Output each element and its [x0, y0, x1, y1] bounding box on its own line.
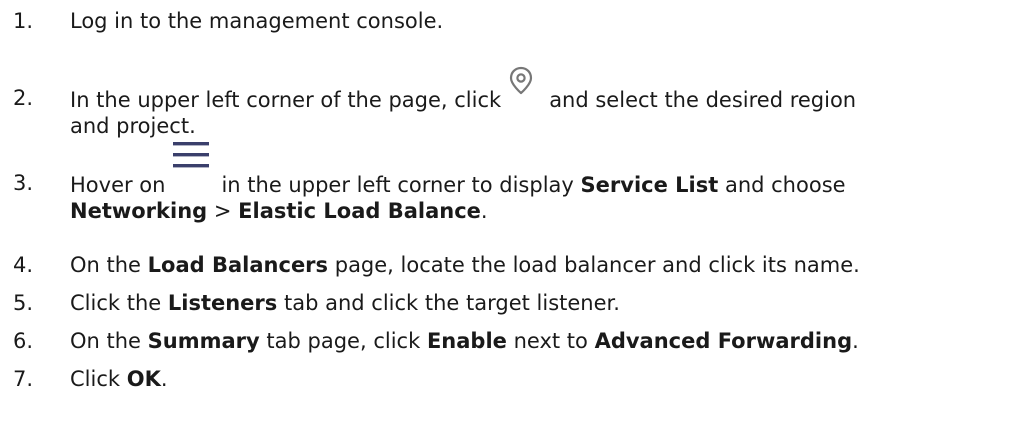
service-list-label: Service List	[580, 173, 719, 197]
step-text: On the Summary tab page, click Enable ne…	[70, 329, 859, 353]
listeners-label: Listeners	[167, 291, 278, 315]
summary-label: Summary	[147, 329, 260, 353]
step-number: 1.	[13, 9, 34, 33]
networking-label: Networking	[70, 199, 208, 223]
step-number: 3.	[13, 171, 34, 195]
step-text: Click the Listeners tab and click the ta…	[70, 291, 620, 315]
step-number: 6.	[13, 329, 34, 353]
step-number: 2.	[13, 86, 34, 110]
step-text: In the upper left corner of the page, cl…	[70, 66, 1025, 139]
elastic-load-balance-label: Elastic Load Balance	[238, 199, 481, 223]
step-number: 4.	[13, 253, 34, 277]
ok-label: OK	[126, 367, 161, 391]
step-number: 7.	[13, 367, 34, 391]
step-text: Log in to the management console.	[70, 9, 444, 33]
location-pin-icon	[501, 66, 549, 107]
step-number: 5.	[13, 291, 34, 315]
hamburger-menu-icon	[165, 142, 221, 192]
load-balancers-label: Load Balancers	[147, 253, 329, 277]
step-text: Hover on in the upper left corner to dis…	[70, 142, 1025, 224]
advanced-forwarding-label: Advanced Forwarding	[594, 329, 853, 353]
step-text: Click OK.	[70, 367, 168, 391]
step-text: On the Load Balancers page, locate the l…	[70, 253, 860, 277]
enable-label: Enable	[426, 329, 507, 353]
